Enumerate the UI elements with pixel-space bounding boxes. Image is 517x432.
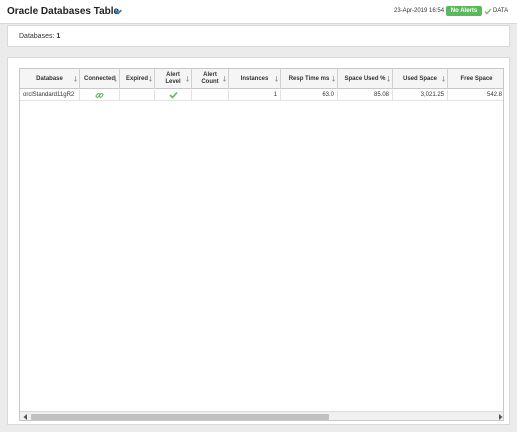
table-header: Database Connected Expired Alert Level A… <box>20 69 503 89</box>
sort-icon[interactable] <box>387 76 390 82</box>
column-header-alert-count[interactable]: Alert Count <box>192 69 229 89</box>
scroll-right-button[interactable] <box>495 412 503 420</box>
sort-icon[interactable] <box>74 76 77 82</box>
column-header-expired[interactable]: Expired <box>120 69 155 89</box>
cell-instances: 1 <box>229 90 281 101</box>
column-header-label: Alert Level <box>165 72 181 85</box>
column-header-resp-time[interactable]: Resp Time ms <box>281 69 338 89</box>
column-header-database[interactable]: Database <box>20 69 80 89</box>
status-badge[interactable]: No Alerts <box>446 6 482 16</box>
horizontal-scrollbar[interactable] <box>20 411 503 420</box>
scrollbar-thumb[interactable] <box>31 414 329 420</box>
sort-icon[interactable] <box>442 76 445 82</box>
cell-alert-count <box>192 90 229 101</box>
cell-used-space: 3,021.25 <box>393 90 448 101</box>
caret-right-icon <box>498 414 502 420</box>
column-header-label: Used Space <box>402 75 438 82</box>
cell-space-used-pct: 85.08 <box>338 90 393 101</box>
cell-free-space: 542.8 <box>486 92 502 98</box>
column-header-alert-level[interactable]: Alert Level <box>155 69 192 89</box>
table-panel: Database Connected Expired Alert Level A… <box>7 57 510 425</box>
sort-icon[interactable] <box>149 76 152 82</box>
sort-icon[interactable] <box>186 76 189 82</box>
column-header-label: Free Space <box>460 75 493 82</box>
column-header-instances[interactable]: Instances <box>229 69 281 89</box>
database-count-label: Databases: <box>19 33 55 40</box>
summary-panel: Databases: 1 <box>7 25 510 47</box>
sort-icon[interactable] <box>114 76 117 82</box>
column-header-label: Instances <box>240 75 269 82</box>
page-title: Oracle Databases Table <box>7 6 120 17</box>
column-header-used-space[interactable]: Used Space <box>393 69 448 89</box>
sort-icon[interactable] <box>275 76 278 82</box>
link-icon <box>95 93 104 98</box>
cell-database: orclStandard11gR2 <box>20 90 80 101</box>
cell-expired <box>120 90 155 101</box>
sort-icon[interactable] <box>223 76 226 82</box>
timestamp: 23-Apr-2019 16:54 <box>394 8 445 14</box>
column-header-space-used-pct[interactable]: Space Used % <box>338 69 393 89</box>
column-header-label: Connected <box>83 75 115 82</box>
column-header-label: Database <box>36 75 63 82</box>
databases-table: Database Connected Expired Alert Level A… <box>19 68 504 421</box>
column-header-free-space[interactable]: Free Space <box>448 69 503 89</box>
scroll-left-button[interactable] <box>20 412 30 420</box>
data-status-label: DATA <box>493 8 509 14</box>
column-header-connected[interactable]: Connected <box>80 69 120 89</box>
cell-alert-level <box>155 90 192 101</box>
column-header-label: Resp Time ms <box>288 75 330 82</box>
table-row[interactable]: orclStandard11gR2 1 63.0 85.08 3,021.25 … <box>20 90 503 101</box>
column-header-label: Expired <box>125 75 148 82</box>
database-count: Databases: 1 <box>19 33 60 40</box>
column-header-label: Alert Count <box>201 72 219 85</box>
column-header-label: Space Used % <box>344 75 386 82</box>
check-icon <box>484 8 492 15</box>
check-icon <box>168 91 178 99</box>
sort-icon[interactable] <box>332 76 335 82</box>
database-count-value: 1 <box>56 33 61 40</box>
cell-connected <box>80 90 120 101</box>
chevron-down-icon[interactable] <box>113 7 123 17</box>
header-bar: Oracle Databases Table 23-Apr-2019 16:54… <box>0 0 517 24</box>
caret-left-icon <box>23 414 27 420</box>
cell-resp-time: 63.0 <box>281 90 338 101</box>
